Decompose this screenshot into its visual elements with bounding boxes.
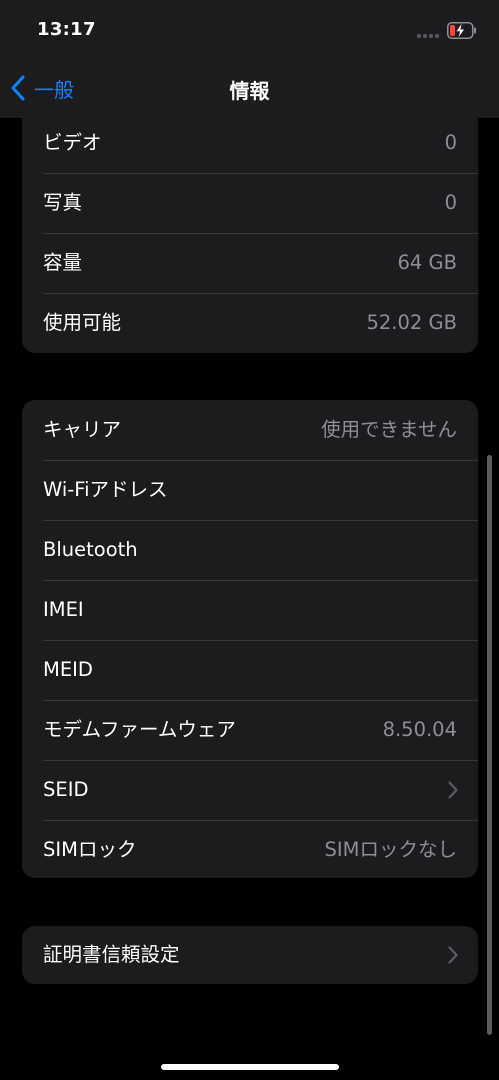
row-value: 64 GB (397, 251, 458, 274)
scroll-indicator (487, 455, 492, 1035)
info-row-available: 使用可能 52.02 GB (22, 293, 478, 353)
network-info-group: キャリア 使用できません Wi-Fiアドレス Bluetooth IMEI ME… (22, 400, 478, 878)
row-separator (43, 173, 478, 174)
row-label: SIMロック (43, 838, 137, 861)
info-row-carrier: キャリア 使用できません (22, 400, 478, 460)
info-row-modem-firmware: モデムファームウェア 8.50.04 (22, 700, 478, 760)
storage-info-group: ビデオ 0 写真 0 容量 64 GB 使用可能 52.02 GB (22, 80, 478, 353)
home-indicator[interactable] (161, 1064, 339, 1070)
navigation-header: 13:17 一般 情報 (0, 0, 499, 118)
info-row-meid: MEID (22, 640, 478, 700)
info-row-photos: 写真 0 (22, 173, 478, 233)
certificate-group: 証明書信頼設定 (22, 926, 478, 984)
row-value: 52.02 GB (366, 311, 457, 334)
info-row-videos: ビデオ 0 (22, 113, 478, 173)
info-row-capacity: 容量 64 GB (22, 233, 478, 293)
battery-charging-icon (447, 22, 476, 39)
info-row-bluetooth: Bluetooth (22, 520, 478, 580)
certificate-trust-settings-row[interactable]: 証明書信頼設定 (22, 926, 478, 984)
row-label: Bluetooth (43, 538, 138, 561)
row-value: 使用できません (321, 418, 457, 441)
row-value: 8.50.04 (382, 718, 457, 741)
info-row-imei: IMEI (22, 580, 478, 640)
chevron-right-icon (448, 946, 458, 964)
info-row-wifi-address: Wi-Fiアドレス (22, 460, 478, 520)
chevron-right-icon (448, 781, 458, 799)
signal-dots-icon (417, 34, 439, 38)
row-separator (43, 580, 478, 581)
row-label: ビデオ (43, 131, 102, 154)
row-separator (43, 640, 478, 641)
page-title: 情報 (229, 79, 270, 103)
row-label: 容量 (43, 251, 83, 274)
row-label: IMEI (43, 598, 84, 621)
row-value: 0 (444, 191, 457, 214)
info-row-sim-lock: SIMロック SIMロックなし (22, 820, 478, 878)
row-label: Wi-Fiアドレス (43, 478, 168, 501)
row-label: 証明書信頼設定 (43, 943, 180, 966)
row-label: MEID (43, 658, 93, 681)
row-value: SIMロックなし (324, 838, 457, 861)
row-label: キャリア (43, 418, 122, 441)
row-label: 写真 (43, 191, 83, 214)
row-label: 使用可能 (43, 311, 122, 334)
info-row-seid[interactable]: SEID (22, 760, 478, 820)
row-value: 0 (444, 131, 457, 154)
status-time: 13:17 (37, 19, 96, 40)
row-label: SEID (43, 778, 89, 801)
row-label: モデムファームウェア (43, 718, 236, 741)
row-separator (43, 760, 478, 761)
